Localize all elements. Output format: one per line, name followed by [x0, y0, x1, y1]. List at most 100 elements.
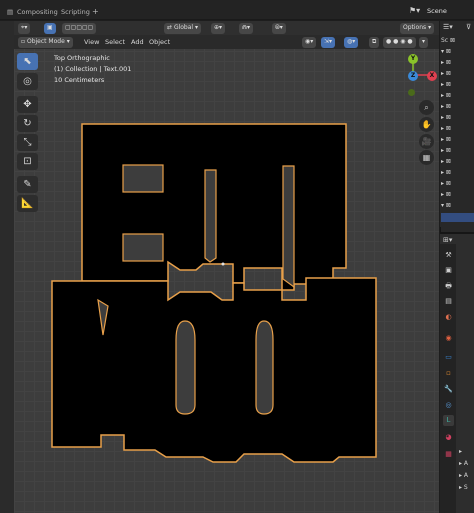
material-tab-icon[interactable]: ◕ — [443, 432, 454, 443]
3d-cursor — [221, 262, 225, 266]
scene-selector[interactable]: ⚑▾ Scene — [405, 5, 474, 18]
prop-row[interactable]: ▸ S — [459, 484, 468, 491]
viewport-header-menus: ▫ Object Mode ▾ View Select Add Object ◉… — [14, 35, 439, 49]
view-layer-tab-icon[interactable]: ▤ — [443, 296, 454, 307]
tool-tab-icon[interactable]: ⚒ — [443, 250, 454, 261]
view-name: Top Orthographic — [54, 54, 110, 62]
camera-icon[interactable]: 🎥 — [419, 134, 434, 149]
grid-view-icon[interactable]: ▦ — [419, 150, 434, 165]
prop-row[interactable]: ▸ A — [459, 472, 468, 479]
scene-icon: ⚑▾ — [409, 6, 421, 15]
texture-tab-icon[interactable]: ▦ — [443, 449, 454, 460]
workspace-bar: ▤ Compositing Scripting + ⚑▾ Scene — [0, 0, 474, 20]
outliner-row[interactable]: ▾ ⊠ — [441, 202, 474, 211]
outliner-row-label: Sc — [441, 37, 449, 44]
move-tool-icon[interactable]: ✥ — [17, 96, 38, 113]
gizmo-x-axis[interactable]: X — [427, 71, 437, 81]
outliner-row[interactable]: ▸ ⊠ — [441, 125, 474, 134]
mode-label: Object Mode — [26, 38, 65, 45]
d-counter-2 — [255, 320, 274, 415]
rotate-tool-icon[interactable]: ↻ — [17, 115, 38, 132]
3d-viewport[interactable] — [14, 21, 439, 513]
data-tab-icon[interactable]: ᒪ — [443, 415, 454, 426]
gizmo-neg-y[interactable] — [408, 89, 415, 96]
cursor-tool-icon[interactable]: ◎ — [17, 73, 38, 90]
orientation-label: Global — [173, 24, 194, 31]
modifier-tab-icon[interactable]: 🔧 — [443, 384, 454, 395]
outliner-row[interactable]: ▾ ⊠ — [441, 48, 474, 57]
menu-add[interactable]: Add — [131, 38, 144, 46]
outliner-row[interactable]: ▸ ⊠ — [441, 158, 474, 167]
outliner-row[interactable]: ▸ ⊠ — [441, 147, 474, 156]
o-counter — [175, 320, 196, 415]
collection-tab-icon[interactable]: ▭ — [443, 352, 454, 363]
physics-tab-icon[interactable]: ◎ — [443, 400, 454, 411]
world-tab-icon[interactable]: ◉ — [443, 333, 454, 344]
select-box-icon[interactable]: ▣ — [44, 23, 56, 34]
prop-row-label: S — [463, 484, 468, 491]
prop-row[interactable]: ▸ A — [459, 460, 468, 467]
proportional-edit-icon[interactable]: ⦾▾ — [272, 23, 286, 34]
select-mode-icons[interactable]: ▢▢▢▢▢ — [62, 23, 97, 34]
properties-editor-icon[interactable]: ⊞▾ — [443, 236, 452, 244]
gizmo-toggle-icon[interactable]: ⇲▾ — [321, 37, 336, 48]
menu-select[interactable]: Select — [105, 38, 125, 46]
mode-dropdown[interactable]: ▫ Object Mode ▾ — [18, 37, 73, 48]
add-workspace-button[interactable]: + — [92, 7, 99, 16]
outliner-row[interactable]: ▸ ⊠ — [441, 191, 474, 200]
scene-tab-icon[interactable]: ◐ — [443, 312, 454, 323]
object-tab-icon[interactable]: ▫ — [443, 368, 454, 379]
d-counter — [204, 169, 217, 263]
transform-tool-icon[interactable]: ⊡ — [17, 153, 38, 170]
scene-label: Scene — [427, 7, 447, 15]
annotate-tool-icon[interactable]: ✎ — [17, 176, 38, 193]
e-counter-bottom — [122, 233, 164, 262]
visibility-icon[interactable]: ◉▾ — [302, 37, 317, 48]
grid-scale: 10 Centimeters — [54, 76, 105, 84]
snap-icon[interactable]: ⋒▾ — [239, 23, 254, 34]
scale-tool-icon[interactable]: ⤡ — [17, 134, 38, 151]
gizmo-y-axis[interactable]: Y — [408, 54, 418, 64]
measure-tool-icon[interactable]: 📐 — [17, 195, 38, 212]
outliner-row[interactable]: ▸ ⊠ — [441, 92, 474, 101]
zoom-icon[interactable]: ⌕ — [419, 100, 434, 115]
left-edge — [0, 21, 14, 513]
outliner-row[interactable]: ▸ ⊠ — [441, 136, 474, 145]
prop-row-label: A — [463, 460, 469, 467]
pan-icon[interactable]: ✋ — [419, 117, 434, 132]
options-dropdown[interactable]: Options ▾ — [400, 23, 435, 34]
prop-row-label: A — [463, 472, 469, 479]
tab-scripting[interactable]: Scripting — [56, 6, 95, 19]
outliner-row[interactable]: ▸ ⊠ — [441, 114, 474, 123]
outliner-row[interactable]: ▸ ⊠ — [441, 103, 474, 112]
menu-view[interactable]: View — [84, 38, 99, 46]
collection-info: (1) Collection | Text.001 — [54, 65, 132, 73]
i-gap — [282, 165, 295, 289]
options-label: Options — [403, 24, 427, 31]
outliner-row[interactable]: ▸ ⊠ — [441, 169, 474, 178]
prop-row[interactable]: ▸ — [459, 448, 462, 455]
outliner-row[interactable]: Sc ⊠ — [441, 37, 474, 46]
outliner-row-selected[interactable] — [441, 213, 474, 222]
viewport-canvas — [51, 123, 377, 463]
e-counter-top — [122, 164, 164, 193]
overlay-toggle-icon[interactable]: ◍▾ — [344, 37, 359, 48]
output-tab-icon[interactable]: 🖶 — [443, 281, 454, 292]
select-tool-icon[interactable]: ⬉ — [17, 53, 38, 70]
pivot-icon[interactable]: ⊕▾ — [211, 23, 226, 34]
outliner-row[interactable]: ▸ ⊠ — [441, 81, 474, 90]
outliner-editor-icon[interactable]: ☰▾ — [443, 23, 453, 31]
outliner-row[interactable]: ▸ ⊠ — [441, 70, 474, 79]
outliner-row[interactable]: ▸ ⊠ — [441, 180, 474, 189]
filter-icon[interactable]: ⊽ — [466, 23, 471, 31]
gizmo-z-axis[interactable]: Z — [408, 71, 418, 81]
viewport-header-tools: ⌖▾ ▣ ▢▢▢▢▢ ⇄ Global ▾ ⊕▾ ⋒▾ ⦾▾ Options ▾ — [14, 21, 439, 35]
render-tab-icon[interactable]: ▣ — [443, 265, 454, 276]
shading-options-icon[interactable]: ▾ — [419, 37, 429, 48]
menu-object[interactable]: Object — [149, 38, 170, 46]
xray-icon[interactable]: ⧉ — [369, 37, 380, 48]
orientation-dropdown[interactable]: ⇄ Global ▾ — [164, 23, 201, 34]
outliner-row[interactable]: ▸ ⊠ — [441, 59, 474, 68]
shading-modes-icon[interactable]: ● ● ◉ ● — [383, 37, 416, 48]
editor-type-button[interactable]: ⌖▾ — [18, 23, 31, 34]
